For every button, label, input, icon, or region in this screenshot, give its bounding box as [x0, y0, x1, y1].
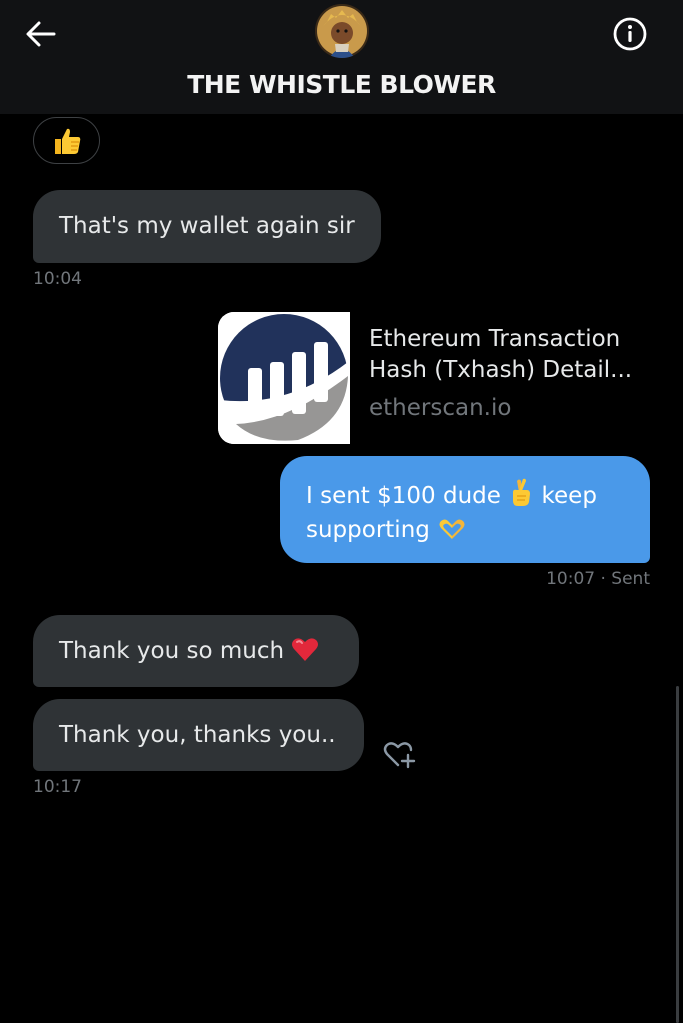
- arrow-left-icon: [26, 21, 56, 47]
- message-timestamp: 10:04: [33, 269, 82, 289]
- message-timestamp: 10:07: [546, 569, 596, 589]
- message-text: Thank you so much: [59, 638, 292, 664]
- info-circle-icon: [613, 17, 647, 51]
- message-bubble-incoming[interactable]: Thank you so much: [33, 615, 359, 687]
- thumbs-up-icon: [54, 128, 80, 154]
- link-domain: etherscan.io: [369, 395, 512, 421]
- message-text-part: I sent $100 dude: [306, 483, 509, 509]
- heart-hands-icon: [439, 519, 465, 539]
- add-reaction-button[interactable]: [382, 738, 416, 770]
- message-text-part: supporting: [306, 517, 438, 543]
- etherscan-logo: [218, 312, 350, 444]
- conversation-header: THE WHISTLE BLOWER: [0, 0, 683, 114]
- avatar[interactable]: [315, 4, 369, 58]
- conversation-title: THE WHISTLE BLOWER: [187, 70, 496, 99]
- heart-plus-icon: [383, 742, 416, 769]
- profile-avatar-image: [315, 4, 369, 58]
- message-bubble-incoming[interactable]: That's my wallet again sir: [33, 190, 381, 263]
- message-bubble-incoming[interactable]: Thank you, thanks you..: [33, 699, 364, 771]
- message-sent-status: · Sent: [600, 569, 651, 589]
- message-bubble-outgoing[interactable]: I sent $100 dude keep supporting: [280, 456, 650, 563]
- red-heart-icon: [292, 638, 319, 661]
- link-thumbnail: [218, 312, 350, 444]
- scrollbar[interactable]: [676, 686, 679, 1023]
- link-title: Ethereum Transaction Hash (Txhash) Detai…: [369, 326, 633, 383]
- message-timestamp: 10:17: [33, 777, 82, 797]
- crossed-fingers-icon: [513, 478, 531, 506]
- info-button[interactable]: [612, 16, 648, 52]
- message-reaction[interactable]: [33, 117, 100, 164]
- message-text-part: keep: [534, 483, 597, 509]
- message-timestamp-status: 10:07 · Sent: [546, 569, 650, 589]
- link-preview-card[interactable]: Ethereum Transaction Hash (Txhash) Detai…: [218, 312, 658, 446]
- back-button[interactable]: [24, 17, 58, 51]
